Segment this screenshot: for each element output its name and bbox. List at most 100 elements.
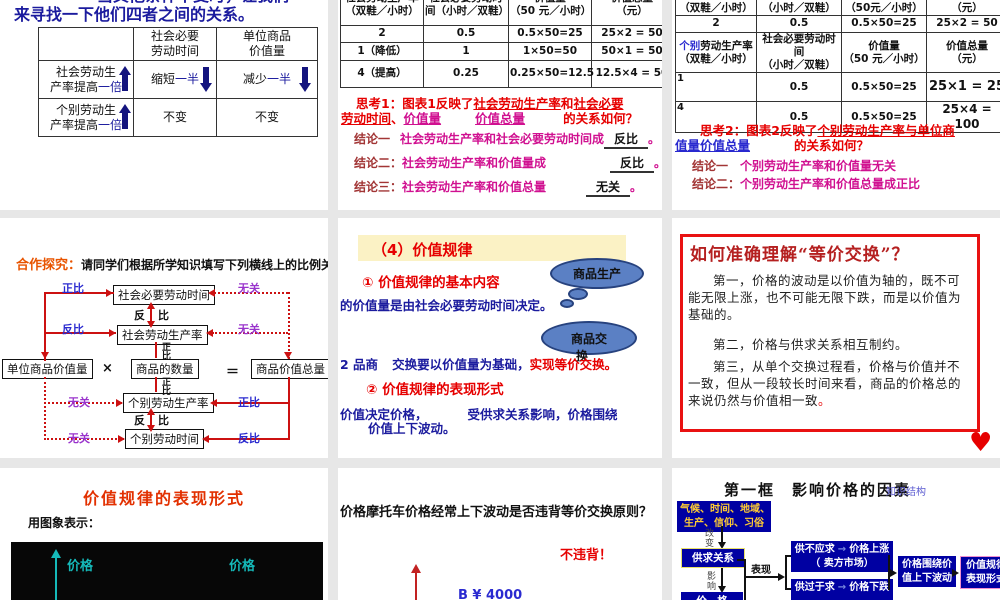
cell: 25×2 = 50: [926, 15, 1000, 33]
table-row: 个别劳动生产率 （双鞋／小时） 社会必要劳动时间 （小时／双鞋） 价值量 （50 元／…: [675, 31, 1000, 74]
conclusion-1: 结论一 社会劳动生产率和社会必要劳动时间成 反比。: [354, 130, 660, 149]
connector-dotted: [288, 292, 290, 359]
answer-blank: 反比: [604, 130, 649, 149]
cell: 4（提高）: [340, 60, 424, 88]
table-row: 2 0.5 0.5×50=25 25×2 = 50: [675, 15, 1000, 33]
cell: 1（降低）: [340, 42, 424, 61]
cell: 1×50=50: [508, 42, 592, 61]
connector-line: [44, 292, 46, 361]
body-text-1: 的价值量是由社会必要劳动时间决定。: [340, 298, 553, 313]
slide-thumbnail-7[interactable]: 价值规律的表现形式 用图象表示： 价格 价格: [0, 468, 328, 600]
slide-sorter-view: 当其他条件不变时，让我们 来寻找一下他们四者之间的关系。 社会必要劳动时间 单位…: [0, 0, 1000, 600]
bracket-line: [744, 559, 746, 600]
label-inverse-char: 反: [134, 309, 145, 322]
answer-text: 不违背！: [560, 548, 613, 563]
box-unit-commodity-value: 单位商品价值量: [2, 359, 93, 379]
table-row: 社会必要 劳动时间 单位商品 价值量: [38, 27, 318, 61]
slide-thumbnail-1[interactable]: 当其他条件不变时，让我们 来寻找一下他们四者之间的关系。 社会必要劳动时间 单位…: [0, 0, 328, 210]
slide-thumbnail-5[interactable]: （4）价值规律 ① 价值规律的基本内容 的价值量是由社会必要劳动时间决定。 商品…: [338, 218, 662, 458]
connector-line: [155, 377, 157, 392]
question-title: 如何准确理解“等价交换”？: [690, 245, 910, 265]
header-cell: （小时／双鞋）: [756, 0, 842, 16]
label-no-relation: 无关: [238, 282, 260, 295]
box-surplus: 供过于求 → 价格下跌: [791, 579, 893, 600]
header-cell: 价值量（50 元／小时）: [841, 31, 927, 74]
arrowhead: [206, 329, 213, 337]
cell: 2: [675, 15, 757, 33]
slide-thumbnail-2[interactable]: 社会劳动生产率（双鞋／小时） 社会必要劳动时间（小时／双鞋） 价值量（50 元／…: [338, 0, 662, 210]
knowledge-structure-label: 知识结构: [886, 487, 926, 498]
highlight: 一半: [267, 72, 292, 86]
slide7-subtitle: 用图象表示：: [28, 516, 101, 530]
cell: 0.5×50=25: [841, 15, 927, 33]
slide2-table: 社会劳动生产率（双鞋／小时） 社会必要劳动时间（小时／双鞋） 价值量（50 元／…: [340, 0, 662, 88]
header-cell: 价值总量（元）: [926, 31, 1000, 74]
body-text-3-line2: 价值上下波动。: [368, 421, 456, 436]
arrowhead: [208, 289, 215, 297]
header-cell: 社会必要劳动时间（小时／双鞋）: [756, 31, 842, 74]
up-arrow-icon: [119, 104, 131, 130]
slide-thumbnail-8[interactable]: 价格摩托车价格经常上下波动是否违背等价交换原则？ 不违背！ B ¥ 4000: [338, 468, 662, 600]
heart-icon: ♥: [969, 428, 993, 458]
price-chart-panel: 价格 价格: [11, 542, 323, 600]
arrowhead: [116, 399, 123, 407]
bracket-line: [737, 559, 745, 561]
cell: 缩短一半: [133, 60, 217, 99]
header-cell: 社会必要 劳动时间: [133, 27, 217, 61]
lead-text: 合作探究：请同学们根据所学知识填写下列横线上的比例关系: [16, 258, 328, 273]
cell: 12.5×4 = 50: [591, 60, 662, 88]
box-social-necessary-labor-time: 社会必要劳动时间: [113, 285, 215, 305]
slide1-table: 社会必要 劳动时间 单位商品 价值量 社会劳动生 产率提高一倍 缩短一半 减少一半: [38, 27, 318, 137]
header-text: 社会必要: [150, 29, 199, 43]
connector-line: [155, 342, 157, 358]
arrow-glyph: →: [837, 544, 847, 555]
label-ratio-char: 比: [162, 387, 172, 397]
arrowhead: [284, 352, 292, 359]
slide-thumbnail-6[interactable]: 如何准确理解“等价交换”？ 第一，价格的波动是以价值为轴的，既不可能无限上涨，也…: [672, 218, 1000, 458]
slide-thumbnail-4[interactable]: 合作探究：请同学们根据所学知识填写下列横线上的比例关系 社会必要劳动时间 社会劳…: [0, 218, 328, 458]
box-price-fluctuation: 价格围绕价 值上下波动: [898, 556, 956, 587]
conclusion-2: 结论二：个别劳动生产率和价值总量成正比: [692, 177, 921, 191]
label-direct-ratio: 正比: [238, 396, 260, 409]
cell: 社会劳动生 产率提高一倍: [38, 60, 134, 99]
header-cell: 社会劳动生产率（双鞋／小时）: [340, 0, 424, 26]
cell: 不变: [133, 98, 217, 137]
box-shortage: 供不应求 → 价格上涨 （ 卖方市场）: [791, 541, 893, 572]
cell: 25×2 = 50: [591, 25, 662, 43]
connector-dotted: [44, 377, 46, 440]
bracket-line: [785, 555, 787, 590]
think-question-line2: 值量价值总量 的关系如何？: [675, 138, 870, 153]
axis-label-price-right: 价格: [229, 559, 256, 574]
paragraph-2: 第二，价格与供求关系相互制约。: [713, 337, 909, 352]
arrowhead: [890, 569, 897, 577]
point-label-b: B ¥ 4000: [458, 588, 523, 600]
arrowhead: [147, 425, 155, 432]
section-title: （4）价值规律: [372, 241, 473, 259]
connector-line: [721, 568, 723, 588]
slide-thumbnail-9[interactable]: 第一框 影响价格的因素 知识结构 气候、时间、地域、 生产、信仰、习俗 改 变 供…: [672, 468, 1000, 600]
cell: 50×1 = 50: [591, 42, 662, 61]
arrowhead: [118, 435, 125, 443]
label-inverse-ratio: 反比: [238, 432, 260, 445]
arrowhead: [202, 435, 209, 443]
slide-thumbnail-3[interactable]: （双鞋／小时） （小时／双鞋） （50元／小时） （元） 2 0.5 0.5×5…: [672, 0, 1000, 210]
label-no-relation: 无关: [238, 323, 260, 336]
cell: 1: [423, 42, 509, 61]
table-row: 1（降低） 1 1×50=50 50×1 = 50: [340, 42, 662, 61]
box-total-commodity-value: 商品价值总量: [251, 359, 328, 379]
cell: 0.5: [756, 72, 842, 103]
label-direct-ratio: 正比: [62, 282, 84, 295]
connector-line: [288, 377, 290, 440]
arrowhead: [41, 352, 49, 359]
header-cell: 社会必要劳动时间（小时／双鞋）: [423, 0, 509, 26]
price-axis: [415, 572, 417, 600]
header-cell: 价值量（50 元／小时）: [508, 0, 592, 26]
table-row: （双鞋／小时） （小时／双鞋） （50元／小时） （元）: [675, 0, 1000, 16]
cell: 0.5×50=25: [508, 25, 592, 43]
header-text: 价值量: [248, 44, 285, 58]
arrowhead: [778, 573, 785, 581]
cell: 0.25: [423, 60, 509, 88]
table-row: 4（提高） 0.25 0.25×50=12.5 12.5×4 = 50: [340, 60, 662, 88]
header-cell: 价值总量（元）: [591, 0, 662, 26]
cloud-bubble: [568, 288, 588, 300]
